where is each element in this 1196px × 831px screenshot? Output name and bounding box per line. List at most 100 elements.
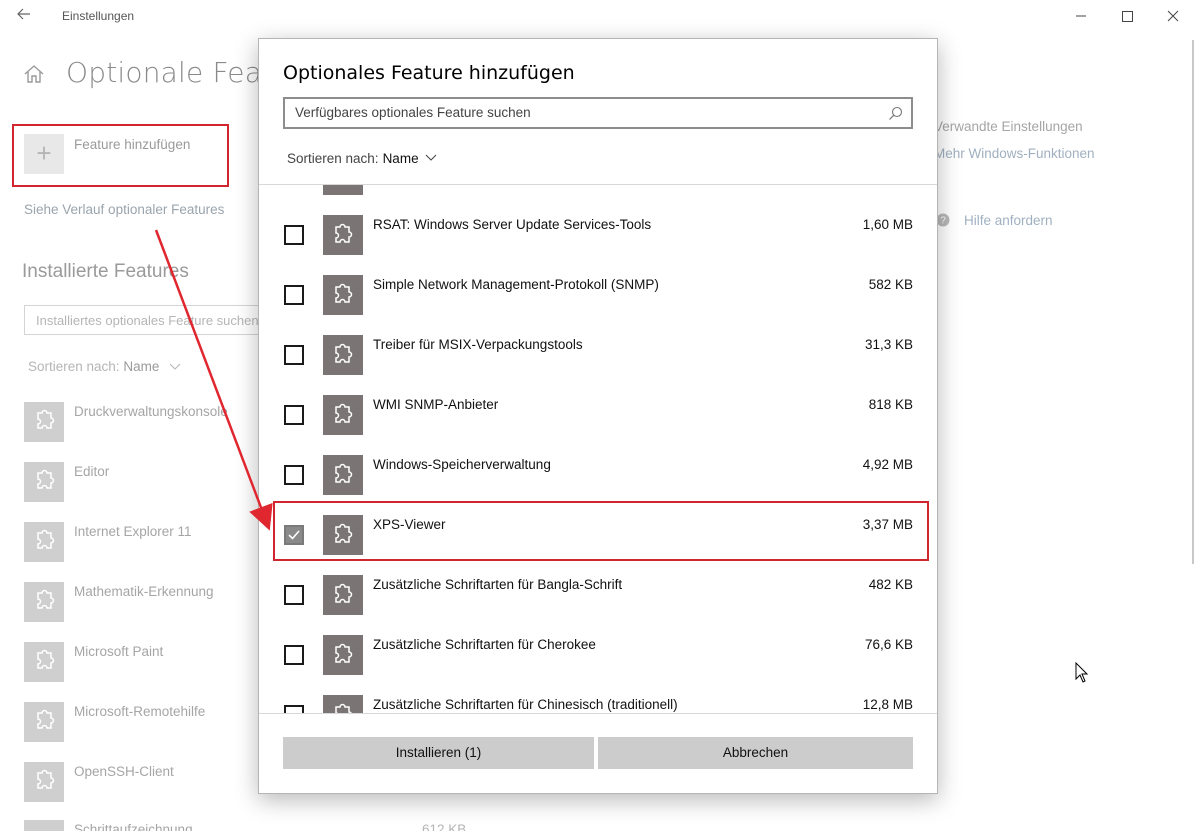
feature-size: 818 KB [868,397,913,412]
feature-list[interactable]: RSAT: Windows Server Update Services-Too… [259,185,937,713]
sort-value: Name [123,359,160,374]
install-button[interactable]: Installieren (1) [283,737,594,769]
get-help-link[interactable]: Hilfe anfordern [964,213,1053,228]
feature-size: 3,37 MB [862,517,913,532]
puzzle-icon [323,455,363,495]
add-feature-button[interactable]: Feature hinzufügen [74,137,190,152]
feature-row[interactable]: Treiber für MSIX-Verpackungstools 31,3 K… [259,322,937,382]
feature-checkbox[interactable] [284,225,304,245]
feature-size: 12,8 MB [862,697,913,712]
dialog-title: Optionales Feature hinzufügen [283,62,575,84]
installed-item-size: 612 KB [422,822,467,831]
page-scrollbar[interactable] [1192,40,1194,564]
related-settings-heading: Verwandte Einstellungen [934,119,1083,134]
feature-name: Zusätzliche Schriftarten für Chinesisch … [373,697,678,712]
puzzle-icon [24,702,64,742]
puzzle-icon [323,185,363,195]
feature-row[interactable]: Zusätzliche Schriftarten für Bangla-Schr… [259,562,937,622]
feature-row[interactable]: Simple Network Management-Protokoll (SNM… [259,262,937,322]
puzzle-icon [323,215,363,255]
feature-checkbox-checked[interactable] [284,525,304,545]
maximize-button[interactable] [1116,6,1138,26]
installed-item-name: Microsoft-Remotehilfe [74,704,206,719]
installed-sort-dropdown[interactable]: Sortieren nach: Name [28,359,181,374]
feature-row[interactable]: RSAT: Windows Server Update Services-Too… [259,202,937,262]
search-icon[interactable] [888,106,903,121]
installed-item-name: Druckverwaltungskonsole [74,404,228,419]
more-windows-features-link[interactable]: Mehr Windows-Funktionen [934,146,1095,161]
title-bar: Einstellungen [0,0,1196,32]
installed-item-name: Mathematik-Erkennung [74,584,214,599]
installed-item-name: Schrittaufzeichnung [74,822,193,831]
feature-size: 1,60 MB [862,217,913,232]
search-placeholder: Verfügbares optionales Feature suchen [295,105,531,120]
feature-size: 4,92 MB [862,457,913,472]
feature-row-selected[interactable]: XPS-Viewer 3,37 MB [259,502,937,562]
feature-name: Zusätzliche Schriftarten für Bangla-Schr… [373,577,623,592]
puzzle-icon [323,335,363,375]
feature-history-link[interactable]: Siehe Verlauf optionaler Features [24,202,224,217]
puzzle-icon [24,522,64,562]
chevron-down-icon [425,150,437,165]
feature-name: XPS-Viewer [373,517,446,532]
installed-search-input[interactable]: Installiertes optionales Feature suchen [24,305,264,335]
feature-name: Simple Network Management-Protokoll (SNM… [373,277,659,292]
sort-label: Sortieren nach: [28,359,120,374]
puzzle-icon [24,462,64,502]
installed-item-name: Internet Explorer 11 [74,524,192,539]
feature-name: WMI SNMP-Anbieter [373,397,499,412]
checkmark-icon [288,530,300,540]
puzzle-icon [323,695,363,713]
sort-value: Name [382,151,419,166]
feature-size: 31,3 KB [864,337,913,352]
installed-item-name: Microsoft Paint [74,644,164,659]
list-divider [259,713,937,714]
puzzle-icon [323,635,363,675]
puzzle-icon [24,820,64,831]
installed-item-name: Editor [74,464,110,479]
feature-size: 582 KB [868,277,913,292]
svg-text:?: ? [940,216,946,227]
puzzle-icon [323,275,363,315]
feature-checkbox[interactable] [284,705,304,713]
dialog-sort-dropdown[interactable]: Sortieren nach: Name [287,151,437,166]
sort-label: Sortieren nach: [287,151,379,166]
puzzle-icon [24,582,64,622]
puzzle-icon [24,762,64,802]
installed-features-heading: Installierte Features [22,261,189,282]
list-item[interactable]: Schrittaufzeichnung 612 KB [24,820,466,831]
feature-row[interactable]: Zusätzliche Schriftarten für Chinesisch … [259,682,937,713]
home-icon[interactable] [22,62,46,86]
feature-checkbox[interactable] [284,405,304,425]
minimize-button[interactable] [1070,6,1092,26]
feature-row[interactable] [259,185,937,202]
feature-row[interactable]: Windows-Speicherverwaltung 4,92 MB [259,442,937,502]
feature-checkbox[interactable] [284,585,304,605]
installed-item-name: OpenSSH-Client [74,764,174,779]
cancel-button[interactable]: Abbrechen [598,737,913,769]
feature-checkbox[interactable] [284,645,304,665]
feature-name: Zusätzliche Schriftarten für Cherokee [373,637,596,652]
feature-checkbox[interactable] [284,465,304,485]
app-title: Einstellungen [62,9,135,23]
back-arrow-icon[interactable] [12,6,36,26]
feature-checkbox[interactable] [284,345,304,365]
feature-name: RSAT: Windows Server Update Services-Too… [373,217,652,232]
puzzle-icon [323,575,363,615]
feature-size: 76,6 KB [864,637,913,652]
feature-size: 482 KB [868,577,913,592]
feature-name: Windows-Speicherverwaltung [373,457,551,472]
mouse-cursor-icon [1075,661,1089,684]
feature-search-input[interactable]: Verfügbares optionales Feature suchen [283,97,913,129]
plus-icon[interactable]: + [24,134,64,174]
puzzle-icon [323,515,363,555]
feature-row[interactable]: Zusätzliche Schriftarten für Cherokee 76… [259,622,937,682]
add-optional-feature-dialog: Optionales Feature hinzufügen Verfügbare… [258,38,938,794]
feature-checkbox[interactable] [284,285,304,305]
feature-name: Treiber für MSIX-Verpackungstools [373,337,583,352]
puzzle-icon [24,402,64,442]
puzzle-icon [24,642,64,682]
close-button[interactable] [1162,6,1184,26]
puzzle-icon [323,395,363,435]
feature-row[interactable]: WMI SNMP-Anbieter 818 KB [259,382,937,442]
